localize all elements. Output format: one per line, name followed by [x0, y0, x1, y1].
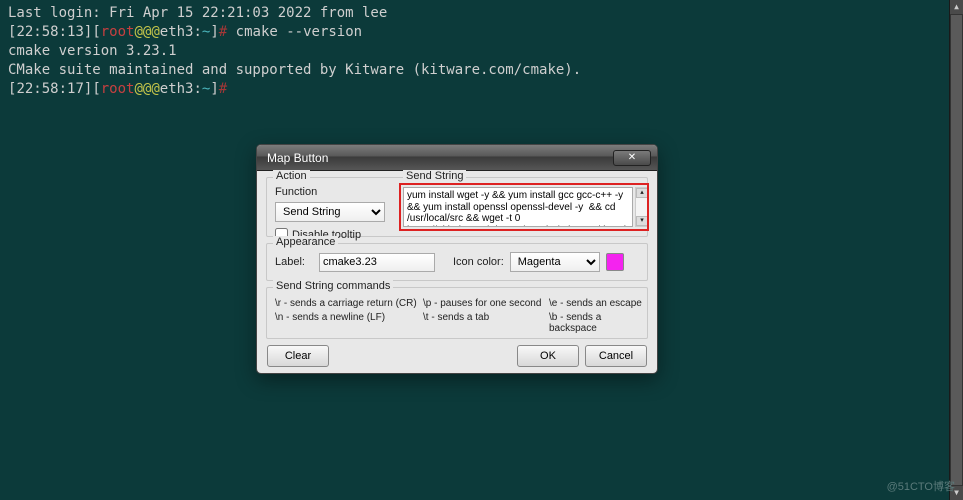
send-string-input[interactable]: [403, 187, 633, 227]
appearance-group-label: Appearance: [273, 236, 338, 248]
send-string-group-label: Send String: [403, 170, 466, 182]
scroll-track[interactable]: [636, 198, 648, 216]
watermark: @51CTO博客: [887, 478, 955, 494]
cmd-hint: \b - sends a backspace: [549, 312, 649, 334]
action-group: Action Function Send String Disable tool…: [266, 177, 648, 237]
function-select[interactable]: Send String: [275, 202, 385, 222]
cmd-hint: \p - pauses for one second: [423, 298, 549, 309]
send-string-commands-label: Send String commands: [273, 280, 393, 292]
label-input[interactable]: [319, 253, 435, 272]
clear-button[interactable]: Clear: [267, 345, 329, 367]
icon-color-label: Icon color:: [453, 256, 504, 268]
action-group-label: Action: [273, 170, 310, 182]
scroll-down-icon[interactable]: ▾: [636, 216, 648, 226]
terminal-scrollbar[interactable]: ▲ ▼: [949, 0, 963, 500]
close-button[interactable]: ✕: [613, 150, 651, 166]
cmd-hint: \e - sends an escape: [549, 298, 649, 309]
dialog-titlebar[interactable]: Map Button ✕: [257, 145, 657, 171]
scroll-thumb[interactable]: [950, 14, 963, 486]
cmd-hint: \r - sends a carriage return (CR): [275, 298, 423, 309]
function-label: Function: [275, 186, 317, 198]
cmd-hint: \t - sends a tab: [423, 312, 549, 334]
scroll-up-icon[interactable]: ▲: [950, 0, 963, 14]
button-row: Clear OK Cancel: [257, 341, 657, 367]
icon-color-swatch[interactable]: [606, 253, 624, 271]
dialog-title: Map Button: [267, 151, 328, 165]
label-label: Label:: [275, 256, 313, 268]
icon-color-select[interactable]: Magenta: [510, 252, 600, 272]
cmd-hint: \n - sends a newline (LF): [275, 312, 423, 334]
map-button-dialog: Map Button ✕ Action Function Send String…: [256, 144, 658, 374]
scroll-up-icon[interactable]: ▴: [636, 188, 648, 198]
textarea-scrollbar[interactable]: ▴ ▾: [635, 187, 649, 227]
appearance-group: Appearance Label: Icon color: Magenta: [266, 243, 648, 281]
send-string-commands-group: Send String commands \r - sends a carria…: [266, 287, 648, 339]
ok-button[interactable]: OK: [517, 345, 579, 367]
cancel-button[interactable]: Cancel: [585, 345, 647, 367]
